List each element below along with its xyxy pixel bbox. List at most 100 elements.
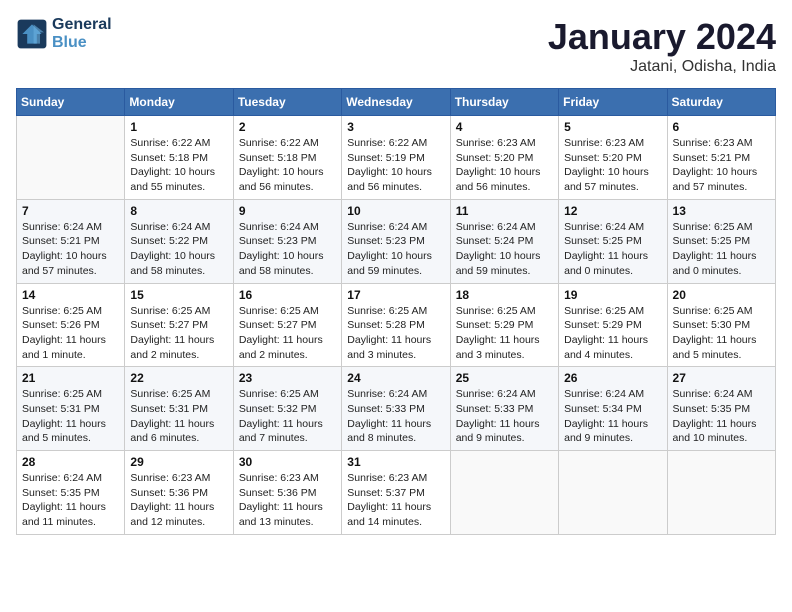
day-info: Sunrise: 6:25 AM Sunset: 5:25 PM Dayligh… — [673, 220, 770, 279]
day-number: 27 — [673, 371, 770, 385]
day-info: Sunrise: 6:24 AM Sunset: 5:34 PM Dayligh… — [564, 387, 661, 446]
calendar-cell: 14Sunrise: 6:25 AM Sunset: 5:26 PM Dayli… — [17, 283, 125, 367]
day-info: Sunrise: 6:25 AM Sunset: 5:31 PM Dayligh… — [22, 387, 119, 446]
day-number: 12 — [564, 204, 661, 218]
day-info: Sunrise: 6:23 AM Sunset: 5:36 PM Dayligh… — [239, 471, 336, 530]
calendar-cell: 28 Sunrise: 6:24 AM Sunset: 5:35 PM Dayli… — [17, 451, 125, 535]
day-number: 13 — [673, 204, 770, 218]
day-info: Sunrise: 6:23 AM Sunset: 5:20 PM Dayligh… — [564, 136, 661, 195]
calendar-table: SundayMondayTuesdayWednesdayThursdayFrid… — [16, 88, 776, 535]
day-number: 20 — [673, 288, 770, 302]
day-info: Sunrise: 6:25 AM Sunset: 5:28 PM Dayligh… — [347, 304, 444, 363]
day-number: 4 — [456, 120, 553, 134]
dow-header-monday: Monday — [125, 89, 233, 116]
week-row-5: 28 Sunrise: 6:24 AM Sunset: 5:35 PM Dayli… — [17, 451, 776, 535]
day-number: 31 — [347, 455, 444, 469]
day-number: 14 — [22, 288, 119, 302]
logo: General Blue — [16, 16, 112, 52]
calendar-cell: 12 Sunrise: 6:24 AM Sunset: 5:25 PM Dayli… — [559, 199, 667, 283]
day-number: 10 — [347, 204, 444, 218]
day-info: Sunrise: 6:24 AM Sunset: 5:35 PM Dayligh… — [22, 471, 119, 530]
calendar-cell: 5Sunrise: 6:23 AM Sunset: 5:20 PM Daylig… — [559, 116, 667, 200]
day-info: Sunrise: 6:24 AM Sunset: 5:21 PM Dayligh… — [22, 220, 119, 279]
dow-header-friday: Friday — [559, 89, 667, 116]
day-info: Sunrise: 6:22 AM Sunset: 5:18 PM Dayligh… — [239, 136, 336, 195]
calendar-cell: 1 Sunrise: 6:22 AM Sunset: 5:18 PM Daylig… — [125, 116, 233, 200]
calendar-cell: 13 Sunrise: 6:25 AM Sunset: 5:25 PM Dayli… — [667, 199, 775, 283]
day-number: 18 — [456, 288, 553, 302]
day-info: Sunrise: 6:25 AM Sunset: 5:31 PM Dayligh… — [130, 387, 227, 446]
days-of-week-row: SundayMondayTuesdayWednesdayThursdayFrid… — [17, 89, 776, 116]
calendar-cell: 8 Sunrise: 6:24 AM Sunset: 5:22 PM Daylig… — [125, 199, 233, 283]
calendar-cell: 6Sunrise: 6:23 AM Sunset: 5:21 PM Daylig… — [667, 116, 775, 200]
day-info: Sunrise: 6:25 AM Sunset: 5:27 PM Dayligh… — [130, 304, 227, 363]
day-number: 16 — [239, 288, 336, 302]
day-info: Sunrise: 6:23 AM Sunset: 5:36 PM Dayligh… — [130, 471, 227, 530]
day-number: 22 — [130, 371, 227, 385]
calendar-cell: 25 Sunrise: 6:24 AM Sunset: 5:33 PM Dayli… — [450, 367, 558, 451]
page-header: General Blue January 2024 Jatani, Odisha… — [16, 16, 776, 76]
dow-header-sunday: Sunday — [17, 89, 125, 116]
calendar-cell: 29 Sunrise: 6:23 AM Sunset: 5:36 PM Dayli… — [125, 451, 233, 535]
dow-header-thursday: Thursday — [450, 89, 558, 116]
day-number: 21 — [22, 371, 119, 385]
day-info: Sunrise: 6:23 AM Sunset: 5:20 PM Dayligh… — [456, 136, 553, 195]
day-number: 3 — [347, 120, 444, 134]
day-number: 6 — [673, 120, 770, 134]
calendar-cell: 17 Sunrise: 6:25 AM Sunset: 5:28 PM Dayli… — [342, 283, 450, 367]
calendar-cell: 9 Sunrise: 6:24 AM Sunset: 5:23 PM Daylig… — [233, 199, 341, 283]
calendar-cell: 21 Sunrise: 6:25 AM Sunset: 5:31 PM Dayli… — [17, 367, 125, 451]
day-number: 19 — [564, 288, 661, 302]
day-info: Sunrise: 6:24 AM Sunset: 5:25 PM Dayligh… — [564, 220, 661, 279]
day-number: 1 — [130, 120, 227, 134]
day-number: 2 — [239, 120, 336, 134]
calendar-cell: 26 Sunrise: 6:24 AM Sunset: 5:34 PM Dayli… — [559, 367, 667, 451]
day-info: Sunrise: 6:25 AM Sunset: 5:32 PM Dayligh… — [239, 387, 336, 446]
day-info: Sunrise: 6:25 AM Sunset: 5:29 PM Dayligh… — [564, 304, 661, 363]
day-info: Sunrise: 6:24 AM Sunset: 5:33 PM Dayligh… — [456, 387, 553, 446]
calendar-cell: 10Sunrise: 6:24 AM Sunset: 5:23 PM Dayli… — [342, 199, 450, 283]
calendar-cell: 11Sunrise: 6:24 AM Sunset: 5:24 PM Dayli… — [450, 199, 558, 283]
day-number: 7 — [22, 204, 119, 218]
calendar-cell: 3 Sunrise: 6:22 AM Sunset: 5:19 PM Daylig… — [342, 116, 450, 200]
day-info: Sunrise: 6:24 AM Sunset: 5:33 PM Dayligh… — [347, 387, 444, 446]
day-number: 24 — [347, 371, 444, 385]
day-number: 26 — [564, 371, 661, 385]
day-number: 30 — [239, 455, 336, 469]
dow-header-saturday: Saturday — [667, 89, 775, 116]
day-number: 28 — [22, 455, 119, 469]
week-row-4: 21 Sunrise: 6:25 AM Sunset: 5:31 PM Dayli… — [17, 367, 776, 451]
day-number: 17 — [347, 288, 444, 302]
calendar-cell: 20 Sunrise: 6:25 AM Sunset: 5:30 PM Dayli… — [667, 283, 775, 367]
calendar-cell — [17, 116, 125, 200]
day-info: Sunrise: 6:23 AM Sunset: 5:37 PM Dayligh… — [347, 471, 444, 530]
day-number: 29 — [130, 455, 227, 469]
location: Jatani, Odisha, India — [548, 58, 776, 76]
day-info: Sunrise: 6:22 AM Sunset: 5:18 PM Dayligh… — [130, 136, 227, 195]
day-number: 8 — [130, 204, 227, 218]
day-info: Sunrise: 6:22 AM Sunset: 5:19 PM Dayligh… — [347, 136, 444, 195]
day-info: Sunrise: 6:25 AM Sunset: 5:30 PM Dayligh… — [673, 304, 770, 363]
day-info: Sunrise: 6:24 AM Sunset: 5:22 PM Dayligh… — [130, 220, 227, 279]
dow-header-tuesday: Tuesday — [233, 89, 341, 116]
calendar-cell — [450, 451, 558, 535]
week-row-3: 14Sunrise: 6:25 AM Sunset: 5:26 PM Dayli… — [17, 283, 776, 367]
calendar-cell: 19 Sunrise: 6:25 AM Sunset: 5:29 PM Dayli… — [559, 283, 667, 367]
day-info: Sunrise: 6:24 AM Sunset: 5:35 PM Dayligh… — [673, 387, 770, 446]
calendar-cell: 16Sunrise: 6:25 AM Sunset: 5:27 PM Dayli… — [233, 283, 341, 367]
day-number: 9 — [239, 204, 336, 218]
title-area: January 2024 Jatani, Odisha, India — [548, 16, 776, 76]
calendar-cell: 31 Sunrise: 6:23 AM Sunset: 5:37 PM Dayli… — [342, 451, 450, 535]
day-info: Sunrise: 6:24 AM Sunset: 5:24 PM Dayligh… — [456, 220, 553, 279]
dow-header-wednesday: Wednesday — [342, 89, 450, 116]
calendar-cell: 24 Sunrise: 6:24 AM Sunset: 5:33 PM Dayli… — [342, 367, 450, 451]
day-number: 25 — [456, 371, 553, 385]
day-info: Sunrise: 6:25 AM Sunset: 5:29 PM Dayligh… — [456, 304, 553, 363]
calendar-cell: 18 Sunrise: 6:25 AM Sunset: 5:29 PM Dayli… — [450, 283, 558, 367]
day-number: 15 — [130, 288, 227, 302]
month-title: January 2024 — [548, 16, 776, 58]
day-info: Sunrise: 6:24 AM Sunset: 5:23 PM Dayligh… — [239, 220, 336, 279]
calendar-cell: 7 Sunrise: 6:24 AM Sunset: 5:21 PM Daylig… — [17, 199, 125, 283]
week-row-2: 7 Sunrise: 6:24 AM Sunset: 5:21 PM Daylig… — [17, 199, 776, 283]
calendar-cell: 30 Sunrise: 6:23 AM Sunset: 5:36 PM Dayli… — [233, 451, 341, 535]
